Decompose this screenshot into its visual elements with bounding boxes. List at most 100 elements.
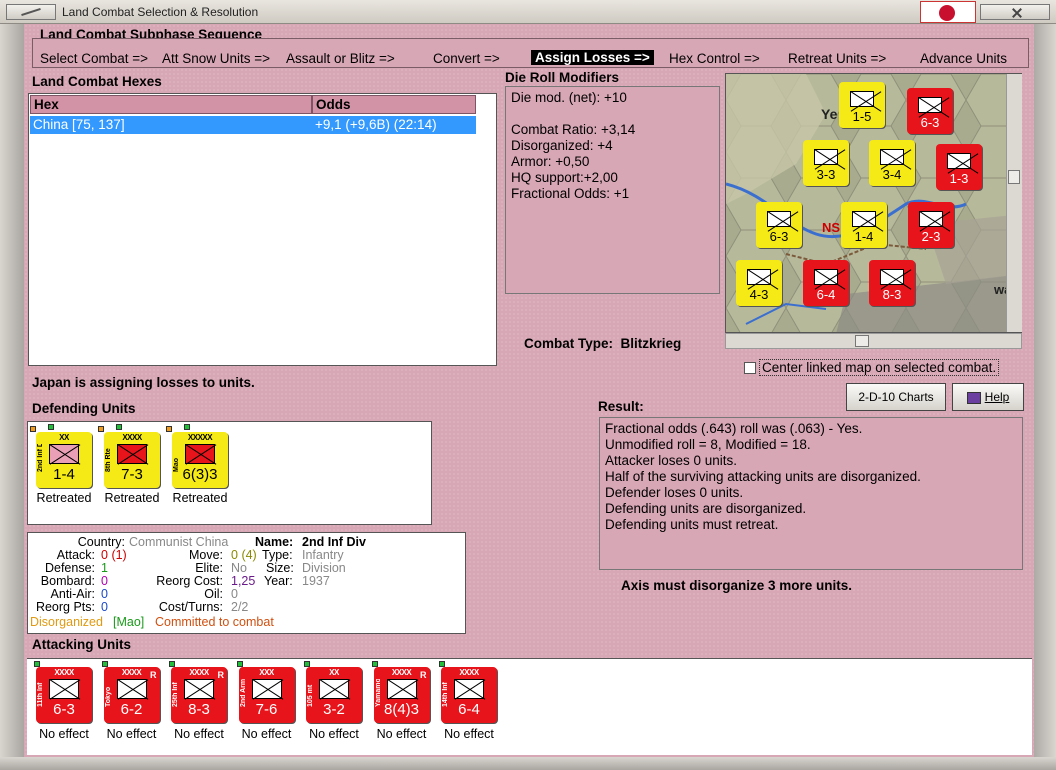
unit-type-icon (185, 444, 215, 464)
step-att-snow-units[interactable]: Att Snow Units => (162, 51, 270, 66)
step-select-combat[interactable]: Select Combat => (40, 51, 148, 66)
charts-button[interactable]: 2-D-10 Charts (846, 383, 946, 411)
drm-line (511, 106, 714, 122)
unit-type-icon (184, 679, 214, 699)
center-map-label[interactable]: Center linked map on selected combat. (759, 359, 1000, 376)
reorg-pts-value: 0 (101, 600, 108, 614)
unit-type-icon (49, 679, 79, 699)
help-book-icon (966, 391, 981, 404)
unit-counter[interactable]: XXXX 25th Inf 8-3 R (171, 667, 227, 723)
unit-type-icon (251, 679, 282, 699)
map-horizontal-scrollbar[interactable] (725, 333, 1022, 349)
column-header-hex[interactable]: Hex (30, 95, 312, 114)
unit-strength: 3-2 (323, 701, 345, 718)
map-unit-counter[interactable]: 6-4 (803, 260, 849, 306)
unit-strength: 4-3 (749, 287, 769, 302)
map-unit-counter[interactable]: 6-3 (756, 202, 802, 248)
unit-status: No effect (39, 727, 89, 741)
unit-info-panel: Country: Communist China Name: 2nd Inf D… (27, 532, 466, 634)
map-unit-counter[interactable]: 8-3 (869, 260, 915, 306)
antiair-label: Anti-Air: (50, 587, 95, 601)
unit-counter[interactable]: XX 2nd Inf Div 1-4 (36, 432, 92, 488)
unit-counter[interactable]: XXX 2nd Arm 7-6 (238, 667, 295, 723)
unit-type-icon (116, 679, 147, 699)
move-label: Move: (188, 548, 223, 562)
map-unit-counter[interactable]: 1-4 (841, 202, 887, 248)
unit-counter[interactable]: XXXX Tokyo 6-2 R (103, 667, 160, 723)
move-value: 0 (4) (231, 548, 257, 562)
unit-strength: 1-5 (852, 109, 872, 124)
unit-size: XX (59, 433, 69, 442)
disorganized-status: Disorganized (30, 615, 103, 629)
reorg-pts-label: Reorg Pts: (35, 600, 95, 614)
unit-strength: 3-4 (882, 167, 902, 182)
linked-map[interactable]: Ye NS wa 1-5 6-3 3-3 3-4 1-3 6-3 1-4 2-3 4-3 6-4 8… (725, 73, 1022, 333)
reserve-mark: R (217, 670, 225, 680)
unit-type-icon (880, 269, 904, 285)
map-unit-counter[interactable]: 4-3 (736, 260, 782, 306)
step-retreat-units[interactable]: Retreat Units => (788, 51, 886, 66)
map-label: NS (822, 220, 840, 235)
map-unit-counter[interactable]: 3-3 (803, 140, 849, 186)
axis-message: Axis must disorganize 3 more units. (621, 578, 853, 593)
map-label: Ye (821, 106, 838, 122)
unit-counter[interactable]: XXXX Yamamoto 8(4)3 R (373, 667, 430, 723)
map-vertical-scrollbar[interactable] (1006, 74, 1022, 332)
map-unit-counter[interactable]: 3-4 (869, 140, 915, 186)
unit-strength: 6-3 (53, 701, 75, 718)
step-advance-units[interactable]: Advance Units (920, 51, 1007, 66)
step-assign-losses[interactable]: Assign Losses => (531, 50, 654, 65)
defending-units-panel: XX 2nd Inf Div 1-4 Retreated XXXX 8th Rte 7-3 R… (27, 421, 432, 525)
unit-status: No effect (106, 727, 157, 741)
step-hex-control[interactable]: Hex Control => (669, 51, 760, 66)
help-button[interactable]: Help (952, 383, 1024, 411)
size-label: Size: (266, 561, 294, 575)
hq-tag: [Mao] (113, 615, 145, 629)
unit-strength: 8-3 (882, 287, 902, 302)
unit-status: No effect (241, 727, 292, 741)
column-header-odds[interactable]: Odds (312, 95, 476, 114)
subphase-bar: Select Combat => Att Snow Units => Assau… (32, 38, 1029, 68)
reserve-mark: R (420, 670, 427, 680)
unit-counter[interactable]: XX 105 mt 3-2 (306, 667, 362, 723)
step-assault-or-blitz[interactable]: Assault or Blitz => (286, 51, 395, 66)
year-label: Year: (264, 574, 293, 588)
map-unit-counter[interactable]: 1-5 (839, 82, 885, 128)
table-row-odds[interactable]: +9,1 (+9,6B) (22:14) (312, 116, 476, 134)
unit-status: Retreated (36, 491, 92, 505)
map-unit-counter[interactable]: 1-3 (936, 144, 982, 190)
unit-type-icon (454, 679, 484, 699)
map-unit-counter[interactable]: 2-3 (908, 202, 954, 248)
unit-size: XXXX (54, 668, 74, 677)
defending-heading: Defending Units (32, 401, 136, 416)
close-button[interactable] (980, 4, 1050, 20)
unit-status: No effect (174, 727, 224, 741)
status-dot (184, 424, 190, 430)
unit-counter[interactable]: XXXX 14th Inf 6-4 (441, 667, 497, 723)
center-map-checkbox[interactable] (744, 362, 756, 374)
unit-size: XXX (259, 668, 274, 677)
unit-strength: 6-4 (816, 287, 836, 302)
combat-type-value: Blitzkrieg (620, 336, 682, 351)
unit-counter[interactable]: XXXX 11th Inf 6-3 (36, 667, 92, 723)
drm-line: Combat Ratio: +3,14 (511, 122, 636, 137)
elite-value: No (231, 561, 247, 575)
committed-status: Committed to combat (155, 615, 274, 629)
step-convert[interactable]: Convert => (433, 51, 500, 66)
unit-type-icon (747, 269, 771, 285)
unit-strength: 6-4 (458, 701, 480, 718)
status-dot (166, 426, 172, 432)
unit-counter[interactable]: XXXX 8th Rte 7-3 (104, 432, 160, 488)
unit-strength: 6-2 (120, 701, 143, 718)
map-horizontal-scroll-thumb[interactable] (855, 335, 869, 347)
oil-value: 0 (231, 587, 238, 601)
table-row-hex[interactable]: China [75, 137] (30, 116, 312, 134)
map-vertical-scroll-thumb[interactable] (1008, 170, 1020, 184)
unit-type-icon (49, 444, 79, 464)
minimize-button[interactable] (6, 4, 56, 20)
combat-hexes-list[interactable]: Hex Odds China [75, 137] +9,1 (+9,6B) (2… (28, 93, 497, 366)
year-value: 1937 (302, 574, 330, 588)
unit-counter[interactable]: XXXXX Mao 6(3)3 (172, 432, 228, 488)
cost-turns-label: Cost/Turns: (158, 600, 223, 614)
map-unit-counter[interactable]: 6-3 (907, 88, 953, 134)
